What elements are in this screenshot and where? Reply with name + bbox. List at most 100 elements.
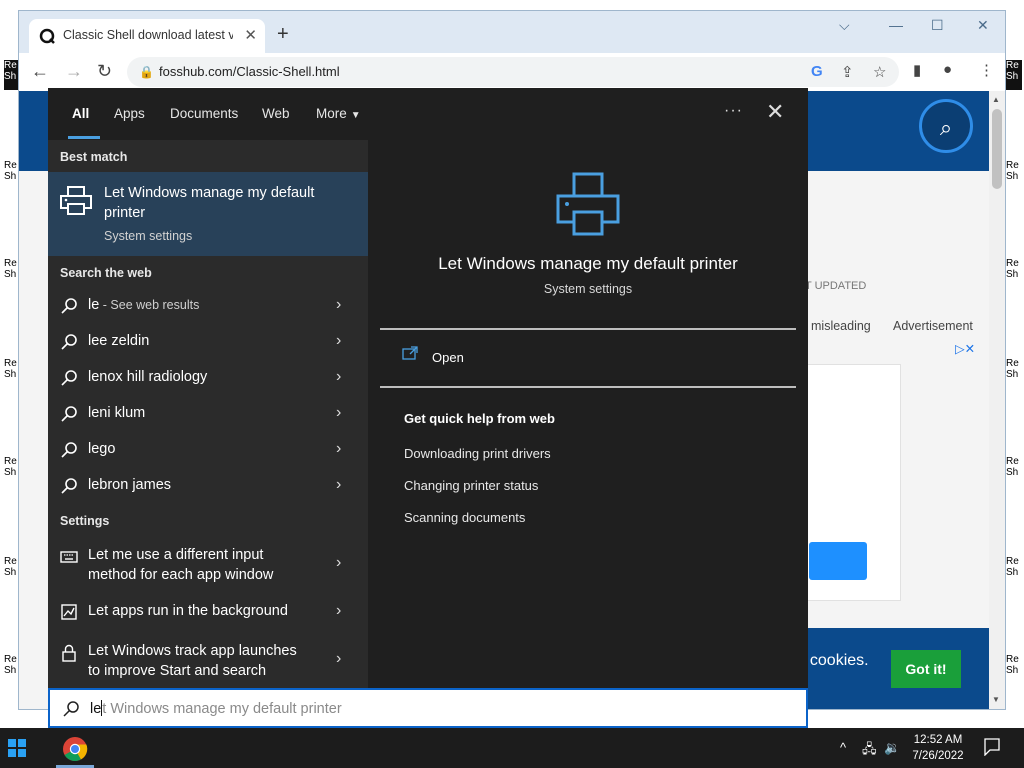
tab-close-icon[interactable]: ✕ <box>244 26 257 44</box>
web-result-text: lebron james <box>88 477 172 493</box>
address-bar[interactable]: 🔒 fosshub.com/Classic-Shell.html G ⇪ ☆ <box>127 57 899 87</box>
search-icon <box>61 334 77 350</box>
chevron-right-icon[interactable]: › <box>336 404 341 422</box>
best-match-title: Let Windows manage my default printer <box>104 185 315 221</box>
fosshub-favicon-icon <box>39 28 55 44</box>
profile-avatar-icon[interactable]: ● <box>943 61 952 78</box>
help-link[interactable]: Scanning documents <box>404 510 525 525</box>
settings-result-item[interactable]: Let me use a different input method for … <box>48 540 368 588</box>
tab-more[interactable]: More ▼ <box>316 106 361 121</box>
web-result-suffix: - See web results <box>99 298 200 312</box>
menu-kebab-icon[interactable]: ⋮ <box>979 61 994 79</box>
search-icon <box>61 298 77 314</box>
desktop-shortcut[interactable]: Re Sh <box>1006 456 1022 486</box>
minimize-button[interactable]: — <box>889 17 903 33</box>
tab-all[interactable]: All <box>72 106 89 121</box>
close-window-button[interactable]: ✕ <box>977 17 989 34</box>
desktop-shortcut[interactable]: Re Sh <box>1006 160 1022 190</box>
tab-documents[interactable]: Documents <box>170 106 238 121</box>
start-search-panel: All Apps Documents Web More ▼ ··· ✕ Best … <box>48 88 808 688</box>
ad-button[interactable] <box>809 542 867 580</box>
web-result-item[interactable]: leni klum › <box>48 396 368 432</box>
back-icon[interactable]: ← <box>31 61 49 82</box>
web-result-item[interactable]: lee zeldin › <box>48 324 368 360</box>
taskbar: ^ 🖧 🔉 12:52 AM 7/26/2022 <box>0 728 1024 768</box>
open-action[interactable]: Open <box>402 346 602 370</box>
adchoices-icon[interactable]: ▷✕ <box>955 341 975 356</box>
web-result-item[interactable]: lebron james › <box>48 468 368 504</box>
tab-more-label: More <box>316 106 347 121</box>
new-tab-button[interactable]: + <box>277 23 289 46</box>
chevron-right-icon[interactable]: › <box>336 440 341 458</box>
share-icon[interactable]: ⇪ <box>841 63 854 81</box>
lock-icon <box>62 644 76 662</box>
tab-web[interactable]: Web <box>262 106 290 121</box>
chevron-right-icon[interactable]: › <box>336 296 341 314</box>
chevron-right-icon[interactable]: › <box>336 554 341 572</box>
search-box[interactable]: let Windows manage my default printer <box>48 688 808 728</box>
reload-icon[interactable]: ↻ <box>97 61 112 82</box>
printer-icon <box>60 186 92 215</box>
bookmark-star-icon[interactable]: ☆ <box>873 63 886 81</box>
web-result-text: le - See web results <box>88 297 199 313</box>
web-result-text: lee zeldin <box>88 333 150 349</box>
scroll-up-icon[interactable]: ▲ <box>992 95 1000 104</box>
best-match-label: Best match <box>60 150 128 164</box>
tray-overflow-icon[interactable]: ^ <box>840 740 846 755</box>
sidebar-icon[interactable]: ▮ <box>913 61 921 79</box>
chevron-right-icon[interactable]: › <box>336 650 341 668</box>
settings-result-item[interactable]: Let Windows track app launches to improv… <box>48 636 368 684</box>
google-translate-icon[interactable]: G <box>811 63 823 80</box>
web-result-item[interactable]: lego › <box>48 432 368 468</box>
got-it-button[interactable]: Got it! <box>891 650 961 688</box>
clock[interactable]: 12:52 AM 7/26/2022 <box>900 732 976 764</box>
desktop-shortcut[interactable]: Re Sh <box>1006 358 1022 388</box>
chevron-right-icon[interactable]: › <box>336 332 341 350</box>
chrome-icon[interactable] <box>62 736 88 762</box>
site-search-icon[interactable]: ⌕ <box>919 99 973 153</box>
scroll-thumb[interactable] <box>992 109 1002 189</box>
tab-search-icon[interactable]: ⌵ <box>839 17 850 34</box>
active-tab-indicator <box>68 136 100 139</box>
settings-result-item[interactable]: Let apps run in the background › <box>48 594 368 630</box>
search-icon <box>63 701 79 717</box>
more-options-icon[interactable]: ··· <box>724 102 743 120</box>
windows-start-icon[interactable] <box>8 739 26 757</box>
chevron-right-icon[interactable]: › <box>336 602 341 620</box>
misleading-link[interactable]: misleading <box>811 319 871 333</box>
desktop-shortcut[interactable]: Re Sh <box>1006 60 1022 90</box>
scroll-down-icon[interactable]: ▼ <box>992 695 1000 704</box>
maximize-button[interactable]: ☐ <box>931 17 944 34</box>
chevron-right-icon[interactable]: › <box>336 476 341 494</box>
chevron-right-icon[interactable]: › <box>336 368 341 386</box>
volume-icon[interactable]: 🔉 <box>884 740 900 756</box>
help-link[interactable]: Downloading print drivers <box>404 446 551 461</box>
divider <box>380 328 796 330</box>
cookie-text: f cookies. <box>801 652 869 669</box>
search-suggestion: t Windows manage my default printer <box>102 701 342 717</box>
close-icon[interactable]: ✕ <box>766 101 784 123</box>
web-result-item[interactable]: le - See web results › <box>48 288 368 324</box>
keyboard-icon <box>60 551 78 563</box>
quick-help-title: Get quick help from web <box>404 411 555 426</box>
url-text[interactable]: fosshub.com/Classic-Shell.html <box>159 64 340 79</box>
desktop-shortcut[interactable]: Re Sh <box>1006 556 1022 586</box>
network-icon[interactable]: 🖧 <box>862 740 877 762</box>
page-scrollbar[interactable]: ▲ ▼ <box>989 91 1005 709</box>
chart-icon <box>61 604 77 620</box>
forward-icon[interactable]: → <box>65 61 83 82</box>
open-label: Open <box>432 350 464 365</box>
web-result-item[interactable]: lenox hill radiology › <box>48 360 368 396</box>
desktop-shortcut[interactable]: Re Sh <box>1006 654 1022 684</box>
notification-icon[interactable] <box>984 738 1000 756</box>
best-match-item[interactable]: Let Windows manage my default printer Sy… <box>48 172 368 256</box>
clock-time: 12:52 AM <box>913 734 963 746</box>
search-input[interactable]: let Windows manage my default printer <box>90 700 342 717</box>
last-updated-label: T UPDATED <box>805 280 867 292</box>
desktop-shortcut[interactable]: Re Sh <box>1006 258 1022 288</box>
search-icon <box>61 370 77 386</box>
lock-icon[interactable]: 🔒 <box>139 65 154 79</box>
browser-tab[interactable]: Classic Shell download latest ver ✕ <box>29 19 265 53</box>
tab-apps[interactable]: Apps <box>114 106 145 121</box>
help-link[interactable]: Changing printer status <box>404 478 538 493</box>
